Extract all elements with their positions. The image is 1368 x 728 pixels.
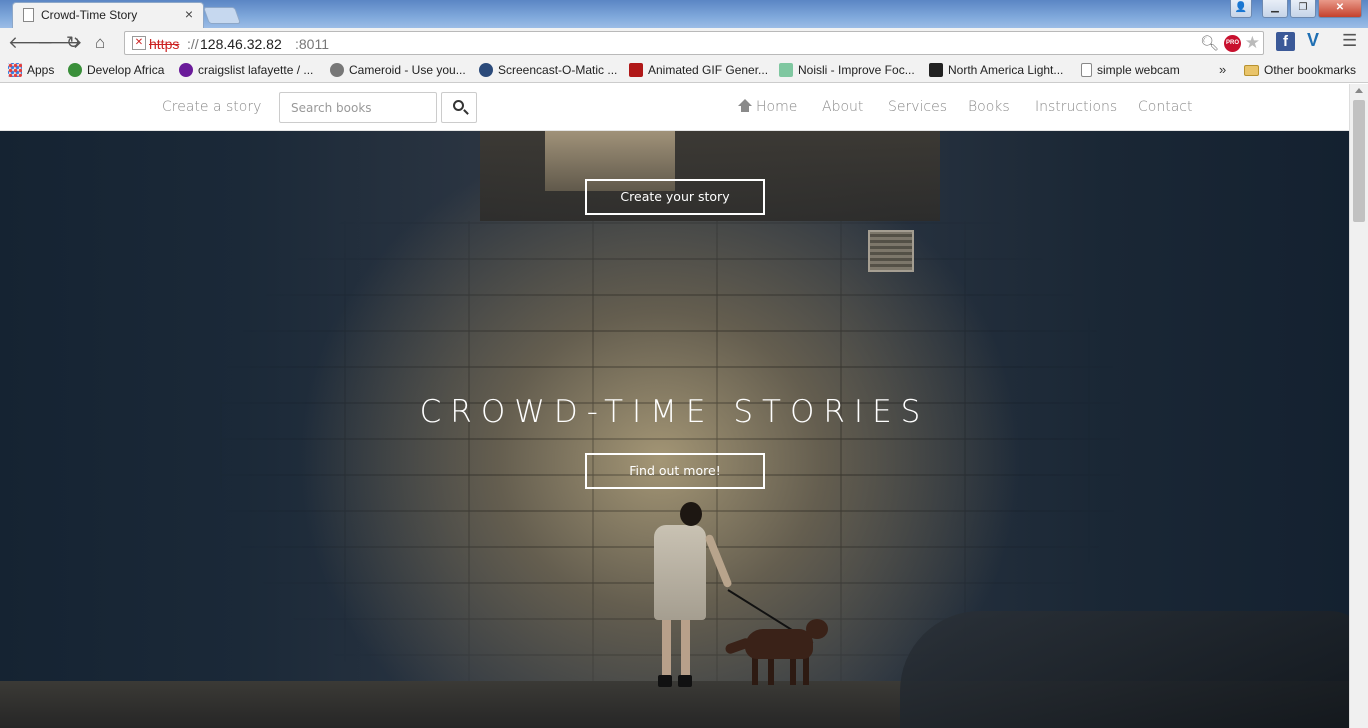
browser-toolbar: 🡐 🡒 ↻ ⌂ ✕ https :// 128.46.32.82 :8011 🔍… — [0, 28, 1368, 58]
nav-services[interactable]: Services — [888, 99, 947, 115]
url-port: :8011 — [295, 36, 329, 52]
bookmark-screencast[interactable]: Screencast-O-Matic ... — [479, 63, 617, 77]
pro-extension-icon[interactable]: PRO — [1224, 35, 1241, 52]
bookmark-north-america[interactable]: North America Light... — [929, 63, 1063, 77]
browser-tab[interactable]: Crowd-Time Story × — [12, 2, 204, 28]
scrollbar-thumb[interactable] — [1353, 100, 1365, 222]
facebook-extension-icon[interactable]: f — [1276, 32, 1295, 51]
insecure-lock-icon[interactable]: ✕ — [132, 36, 146, 50]
nav-home[interactable]: Home — [738, 99, 797, 115]
bookmark-apps[interactable]: Apps — [8, 63, 54, 77]
other-bookmarks-label: Other bookmarks — [1264, 63, 1357, 77]
bookmark-cameroid[interactable]: Cameroid - Use you... — [330, 63, 466, 77]
bookmark-label: Develop Africa — [87, 63, 165, 77]
bookmark-label: Noisli - Improve Foc... — [798, 63, 915, 77]
bookmark-noisli[interactable]: Noisli - Improve Foc... — [779, 63, 915, 77]
create-your-story-button[interactable]: Create your story — [585, 179, 765, 215]
bookmarks-overflow-icon[interactable]: » — [1219, 62, 1226, 77]
search-button[interactable] — [441, 92, 477, 123]
page-icon — [1081, 63, 1092, 77]
bookmarks-bar: Apps Develop Africa craigslist lafayette… — [0, 58, 1368, 83]
globe-icon — [68, 63, 82, 77]
page-scrollbar[interactable] — [1349, 84, 1368, 728]
bookmark-label: simple webcam — [1097, 63, 1180, 77]
hero-section: Create your story CROWD-TIME STORIES Fin… — [0, 131, 1349, 728]
other-bookmarks[interactable]: Other bookmarks — [1244, 63, 1356, 77]
hero-title: CROWD-TIME STORIES — [419, 394, 930, 430]
bookmark-develop-africa[interactable]: Develop Africa — [68, 63, 164, 77]
nav-about[interactable]: About — [822, 99, 863, 115]
nav-home-label: Home — [756, 99, 798, 115]
map-icon — [929, 63, 943, 77]
close-window-button[interactable]: ✕ — [1318, 0, 1362, 18]
tab-title: Crowd-Time Story — [41, 8, 138, 22]
bookmark-label: Animated GIF Gener... — [648, 63, 769, 77]
bookmark-label: Screencast-O-Matic ... — [498, 63, 618, 77]
hero-image-car — [900, 611, 1349, 728]
folder-icon — [1244, 64, 1259, 76]
url-host: 128.46.32.82 — [200, 36, 282, 52]
reload-icon[interactable]: ↻ — [66, 33, 80, 53]
home-icon — [738, 99, 752, 112]
bookmark-simple-webcam[interactable]: simple webcam — [1081, 63, 1180, 77]
screencast-icon — [479, 63, 493, 77]
bookmark-label: Apps — [27, 63, 55, 77]
maximize-button[interactable]: ❐ — [1290, 0, 1316, 18]
search-icon — [453, 100, 464, 111]
gif-icon — [629, 63, 643, 77]
noisli-icon — [779, 63, 793, 77]
nav-contact[interactable]: Contact — [1138, 99, 1192, 115]
url-separator: :// — [187, 36, 199, 52]
web-page: Create a story Home About Services Books… — [0, 84, 1349, 728]
site-navbar: Create a story Home About Services Books… — [0, 84, 1349, 131]
browser-titlebar: Crowd-Time Story × 👤 ▁ ❐ ✕ — [0, 0, 1368, 28]
zoom-icon[interactable]: 🔍︎ — [1200, 34, 1219, 52]
bookmark-craigslist[interactable]: craigslist lafayette / ... — [179, 63, 313, 77]
search-input[interactable] — [280, 93, 436, 122]
peace-icon — [179, 63, 193, 77]
bookmark-gif-generator[interactable]: Animated GIF Gener... — [629, 63, 768, 77]
nav-create-story[interactable]: Create a story — [162, 99, 261, 115]
search-box — [279, 92, 437, 123]
bookmark-label: craigslist lafayette / ... — [198, 63, 314, 77]
scroll-up-arrow-icon[interactable] — [1355, 88, 1363, 93]
user-profile-icon[interactable]: 👤 — [1230, 0, 1252, 18]
tab-close-icon[interactable]: × — [185, 6, 193, 22]
hero-image-vent — [868, 230, 914, 272]
page-favicon-icon — [23, 8, 34, 22]
browser-menu-icon[interactable]: ☰ — [1342, 31, 1357, 51]
bookmark-label: North America Light... — [948, 63, 1064, 77]
find-out-more-button[interactable]: Find out more! — [585, 453, 765, 489]
home-icon[interactable]: ⌂ — [95, 33, 105, 53]
vimeo-extension-icon[interactable]: V — [1307, 30, 1319, 51]
url-scheme: https — [149, 36, 180, 52]
apps-grid-icon — [8, 63, 22, 77]
bookmark-label: Cameroid - Use you... — [349, 63, 466, 77]
address-bar[interactable]: ✕ https :// 128.46.32.82 :8011 🔍︎ PRO ★ — [124, 31, 1264, 55]
camera-icon — [330, 63, 344, 77]
new-tab-button[interactable] — [202, 7, 242, 24]
minimize-button[interactable]: ▁ — [1262, 0, 1288, 18]
nav-books[interactable]: Books — [968, 99, 1010, 115]
window-controls: 👤 ▁ ❐ ✕ — [1230, 0, 1362, 18]
nav-instructions[interactable]: Instructions — [1035, 99, 1117, 115]
bookmark-star-icon[interactable]: ★ — [1245, 33, 1260, 53]
